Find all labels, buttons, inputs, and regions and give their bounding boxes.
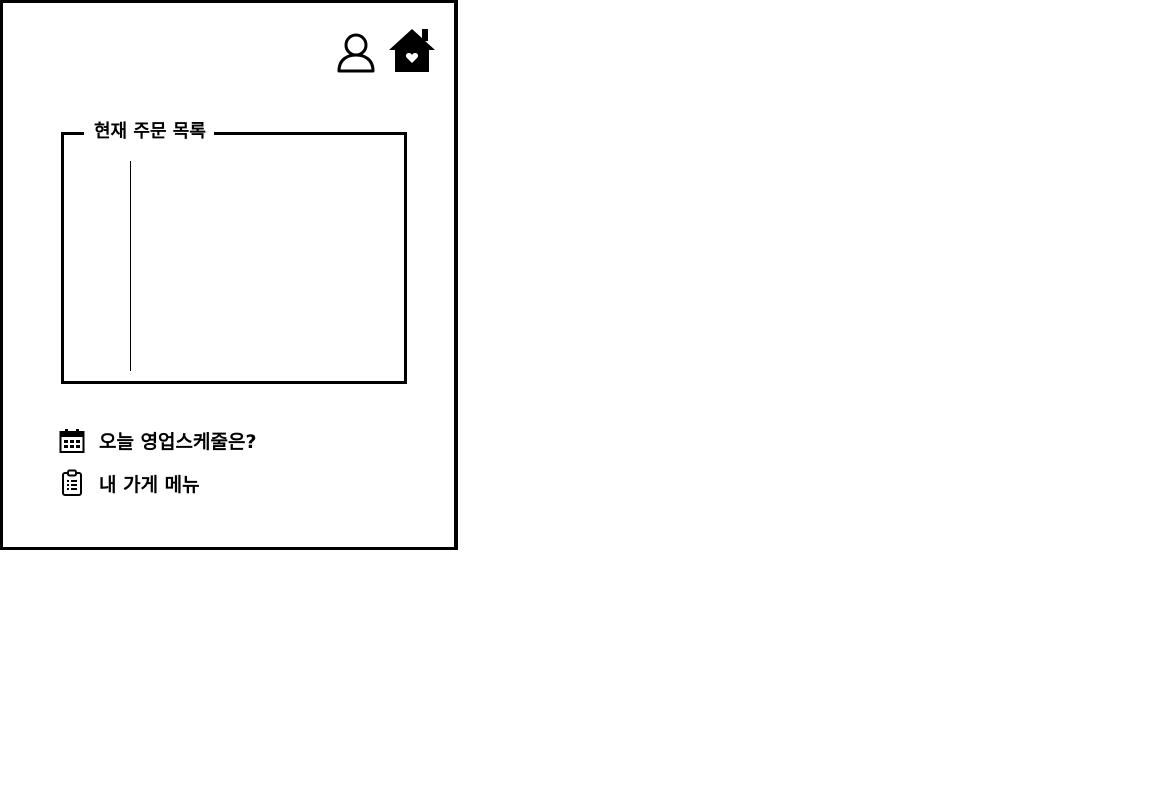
today-schedule-link[interactable]: 오늘 영업스케줄은? xyxy=(59,427,256,454)
current-orders-title: 현재 주문 목록 xyxy=(84,119,214,145)
header-actions xyxy=(336,27,436,77)
store-menu-label: 내 가게 메뉴 xyxy=(99,473,200,496)
order-list-divider xyxy=(130,161,131,371)
app-screen: 현재 주문 목록 오늘 영업스케줄은? 내 가게 메뉴 xyxy=(0,0,458,550)
store-menu-link[interactable]: 내 가게 메뉴 xyxy=(59,469,200,497)
current-orders-panel: 현재 주문 목록 xyxy=(61,119,407,384)
home-heart-icon xyxy=(389,29,435,72)
profile-button[interactable] xyxy=(336,31,376,77)
calendar-icon xyxy=(59,428,85,453)
person-icon xyxy=(337,33,375,73)
today-schedule-label: 오늘 영업스케줄은? xyxy=(99,431,257,453)
home-button[interactable] xyxy=(388,27,436,77)
clipboard-list-icon xyxy=(62,469,82,496)
